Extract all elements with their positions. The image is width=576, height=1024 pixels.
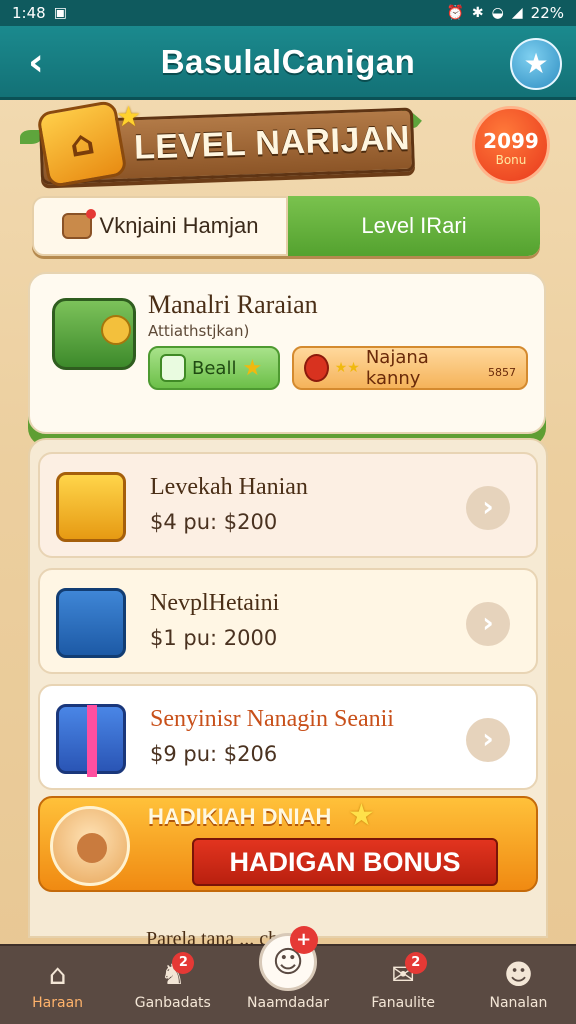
nav-badge: + <box>289 926 318 954</box>
nav-item-haraan[interactable]: ⌂ Haraan <box>0 946 115 1024</box>
nav-item-nanalan[interactable]: ☻ Nanalan <box>461 946 576 1024</box>
yellow-gift-icon <box>56 472 126 542</box>
nav-label: Nanalan <box>489 995 548 1011</box>
najana-label: Najana kanny <box>365 347 429 389</box>
user-icon: ☻ <box>503 958 534 991</box>
offer-row[interactable]: Senyinisr Nanagin Seanii $9 pu: $206 › <box>38 684 538 790</box>
nav-badge: 2 <box>404 952 427 974</box>
signal-icon: ◢ <box>511 5 523 21</box>
bonus-button[interactable]: HADIGAN BONUS <box>192 838 498 886</box>
offer-price: $9 pu: $206 <box>150 742 278 766</box>
offer-row[interactable]: NevplHetaini $1 pu: 2000 › <box>38 568 538 674</box>
offer-title: Senyinisr Nanagin Seanii <box>150 706 394 732</box>
treasure-chest-icon <box>52 298 136 370</box>
nav-badge: 2 <box>172 952 195 974</box>
bottom-nav: ⌂ Haraan ♞ 2 Ganbadats ☺ + Naamdadar ✉ 2… <box>0 926 576 1024</box>
chevron-right-icon[interactable]: › <box>466 718 510 762</box>
offer-price: $1 pu: 2000 <box>150 626 278 650</box>
bluetooth-icon: ✱ <box>471 5 484 21</box>
bonus-banner: HADIKIAH DNIAH ★ HADIGAN BONUS <box>38 796 538 892</box>
tab-label: Level IRari <box>361 213 467 238</box>
tab-label: Vknjaini Hamjan <box>99 213 259 238</box>
level-banner: ⌂ ★ LEVEL NARIJAN <box>20 99 424 189</box>
featured-card[interactable]: Manalri Raraian Attiathstjkan) Beall ★ ★… <box>28 272 546 434</box>
app-bar: ‹ BasulalCanigan ★ <box>0 26 576 100</box>
nav-item-fanaulite[interactable]: ✉ 2 Fanaulite <box>346 946 461 1024</box>
bonus-badge[interactable]: 2099 Bonu <box>472 106 550 184</box>
star-icon: ★ <box>348 798 375 833</box>
alarm-icon: ⏰ <box>446 5 464 21</box>
nav-label: Fanaulite <box>371 995 435 1011</box>
back-icon[interactable]: ‹ <box>16 40 56 84</box>
bonus-badge-value: 2099 <box>483 129 539 153</box>
offers-list: Levekah Hanian $4 pu: $200 › NevplHetain… <box>28 438 548 938</box>
featured-subtitle: Attiathstjkan) <box>148 322 250 340</box>
wifi-icon: ◒ <box>491 5 504 21</box>
offer-title: NevplHetaini <box>150 590 280 616</box>
nav-label: Naamdadar <box>247 995 329 1011</box>
nav-label: Haraan <box>32 995 84 1011</box>
page-title: BasulalCanigan <box>160 42 416 80</box>
tab-vknjaini-hamjan[interactable]: Vknjaini Hamjan <box>32 196 288 256</box>
chest-icon: ⌂ <box>36 99 128 189</box>
apple-icon <box>304 354 329 382</box>
blue-gift-icon <box>56 588 126 658</box>
star-icon: ★★ <box>334 360 360 376</box>
nav-item-ganbadats[interactable]: ♞ 2 Ganbadats <box>115 946 230 1024</box>
card-icon <box>160 354 186 382</box>
star-icon: ★ <box>242 355 263 381</box>
chevron-right-icon[interactable]: › <box>466 602 510 646</box>
battery-level: 22% <box>530 4 564 22</box>
tab-bar: Vknjaini Hamjan Level IRari <box>32 196 540 256</box>
beall-label: Beall <box>192 357 237 379</box>
status-time: 1:48 <box>12 4 46 22</box>
gift-box-icon <box>61 209 96 239</box>
favorite-star-button[interactable]: ★ <box>510 38 562 90</box>
home-icon: ⌂ <box>48 958 67 991</box>
chevron-right-icon[interactable]: › <box>466 486 510 530</box>
beall-button[interactable]: Beall ★ <box>148 346 280 390</box>
offer-title: Levekah Hanian <box>150 474 308 500</box>
bonus-heading: HADIKIAH DNIAH <box>148 804 332 829</box>
mascot-avatar <box>50 806 130 886</box>
bonus-badge-label: Bonu <box>495 153 527 167</box>
ribbon-gift-icon <box>56 704 126 777</box>
featured-title: Manalri Raraian <box>148 290 318 319</box>
najana-count: 5857 <box>488 365 516 379</box>
offer-price: $4 pu: $200 <box>150 510 278 534</box>
offer-row[interactable]: Levekah Hanian $4 pu: $200 › <box>38 452 538 558</box>
notification-icon: ▣ <box>53 5 67 21</box>
status-bar: 1:48 ▣ ⏰ ✱ ◒ ◢ 22% <box>0 0 576 26</box>
najana-kanny-button[interactable]: ★★ Najana kanny 5857 <box>292 346 528 390</box>
tab-level-irari[interactable]: Level IRari <box>288 196 540 256</box>
nav-label: Ganbadats <box>134 995 211 1011</box>
nav-item-naamdadar[interactable]: ☺ + Naamdadar <box>230 926 345 1024</box>
